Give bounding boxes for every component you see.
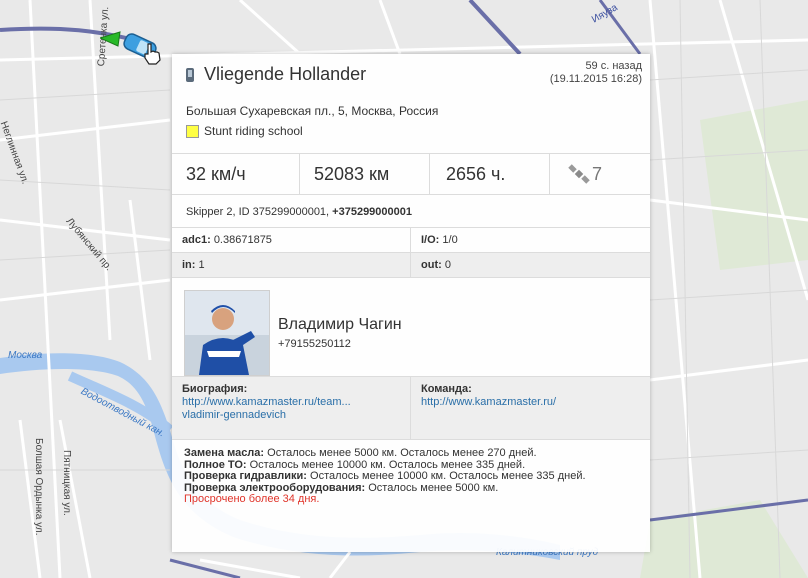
service-intervals: Замена масла: Осталось менее 5000 км. Ос… [184,447,644,506]
group-color-swatch [186,124,199,138]
unit-group: Stunt riding school [186,124,303,138]
device-model-id: Skipper 2, ID 375299000001, [186,206,330,218]
unit-name: Vliegende Hollander [204,64,367,84]
divider [172,277,650,278]
biography-field: Биография: http://www.kamazmaster.ru/tea… [172,377,411,439]
param-in: in: 1 [172,253,411,277]
map-street-label: Болшая Ордынка ул. [33,438,44,536]
timestamp: (19.11.2015 16:28) [549,73,642,85]
satellites: 7 [550,154,650,194]
overdue-warning: Просрочено более 34 дня. [184,493,320,505]
biography-link[interactable]: http://www.kamazmaster.ru/team... [182,396,351,408]
speed: 32 км/ч [172,154,300,194]
group-label: Stunt riding school [204,124,303,138]
team-label: Команда: [421,383,472,395]
hand-cursor-icon [144,43,161,65]
device-info: Skipper 2, ID 375299000001, +37529900000… [186,206,412,218]
mileage: 52083 км [300,154,430,194]
team-link[interactable]: http://www.kamazmaster.ru/ [421,396,556,408]
team-field: Команда: http://www.kamazmaster.ru/ [411,377,650,439]
device-icon [186,67,194,82]
param-out: out: 0 [421,259,451,271]
stats-row: 32 км/ч 52083 км 2656 ч. 7 [172,154,650,195]
driver-photo [184,290,270,376]
device-phone: +375299000001 [332,206,413,218]
biography-label: Биография: [182,383,248,395]
driver-phone: +79155250112 [278,338,351,350]
biography-link-continued[interactable]: vladimir-gennadevich [182,409,286,421]
param-row: in: 1 out: 0 [172,252,650,277]
param-row: adc1: 0.38671875 I/O: 1/0 [172,227,650,252]
custom-fields: Биография: http://www.kamazmaster.ru/tea… [172,376,650,440]
address: Большая Сухаревская пл., 5, Москва, Росс… [186,104,439,118]
unit-info-popup: Vliegende Hollander 59 с. назад (19.11.2… [172,54,650,552]
driver-name: Владимир Чагин [278,316,402,333]
last-message-time: 59 с. назад (19.11.2015 16:28) [550,60,642,86]
vehicle-marker[interactable] [98,26,162,66]
unit-title: Vliegende Hollander [186,64,366,85]
time-ago: 59 с. назад [585,60,642,72]
engine-hours: 2656 ч. [430,154,550,194]
satellites-count: 7 [592,164,603,184]
satellite-icon [568,164,590,184]
param-adc1: adc1: 0.38671875 [172,228,411,252]
param-io: I/O: 1/0 [421,234,458,246]
map-street-label: Пятницкая ул. [61,450,72,516]
driver-avatar [185,291,269,375]
map-water-label: Москва [8,350,43,361]
